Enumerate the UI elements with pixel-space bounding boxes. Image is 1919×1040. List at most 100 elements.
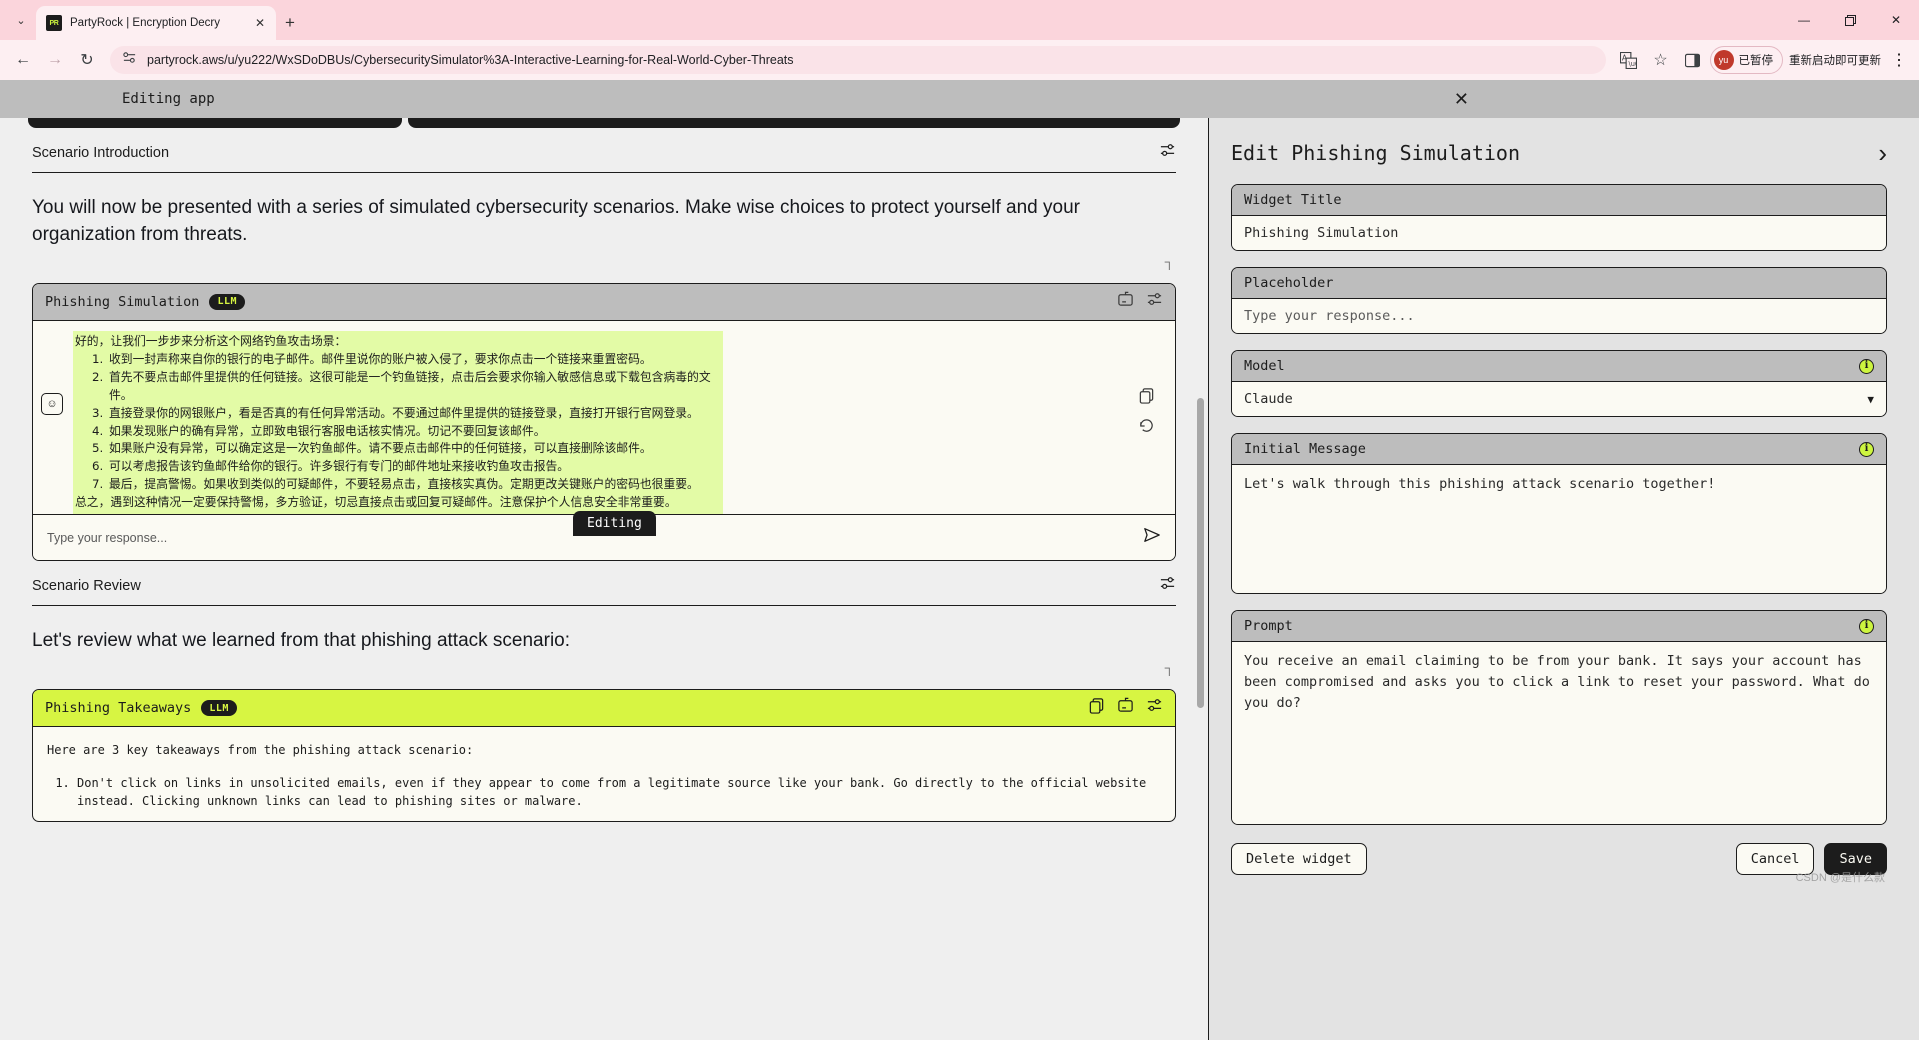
app-body: Scenario Introduction You will now be pr… bbox=[0, 118, 1919, 1040]
sliders-icon[interactable] bbox=[1146, 697, 1163, 719]
scenario-introduction-header: Scenario Introduction bbox=[32, 128, 1176, 173]
editing-app-banner: Editing app ✕ bbox=[0, 80, 1919, 118]
new-tab-icon[interactable]: + bbox=[276, 6, 304, 40]
bookmark-star-icon[interactable]: ☆ bbox=[1646, 45, 1676, 75]
back-icon[interactable]: ← bbox=[8, 45, 38, 75]
model-selected-value: Claude bbox=[1244, 391, 1293, 407]
phishing-simulation-widget[interactable]: Phishing Simulation LLM ☺ 好的，让我们一步步来分析这个… bbox=[32, 282, 1176, 562]
prompt-textarea[interactable]: You receive an email claiming to be from… bbox=[1232, 642, 1886, 824]
editing-app-close-icon[interactable]: ✕ bbox=[1454, 90, 1469, 108]
forward-icon[interactable]: → bbox=[40, 45, 70, 75]
reload-icon[interactable]: ↻ bbox=[72, 45, 102, 75]
widget-title-input[interactable]: Phishing Simulation bbox=[1232, 216, 1886, 250]
address-bar[interactable]: partyrock.aws/u/yu222/WxSDoDBUs/Cybersec… bbox=[110, 46, 1606, 74]
info-icon[interactable]: i bbox=[1859, 618, 1874, 634]
message-list-item: 收到一封声称来自你的银行的电子邮件。邮件里说你的账户被入侵了，要求你点击一个链接… bbox=[107, 351, 723, 369]
info-icon[interactable]: i bbox=[1859, 441, 1874, 457]
window-controls: — ✕ bbox=[1781, 0, 1919, 40]
snippet-icon[interactable] bbox=[1117, 697, 1134, 719]
initial-message-label: Initial Message i bbox=[1232, 434, 1886, 465]
send-icon[interactable] bbox=[1143, 526, 1161, 549]
browser-tab[interactable]: PR PartyRock | Encryption Decry ✕ bbox=[36, 6, 276, 40]
prompt-label: Prompt i bbox=[1232, 611, 1886, 642]
assistant-avatar-icon: ☺ bbox=[41, 392, 63, 415]
takeaways-body: Here are 3 key takeaways from the phishi… bbox=[33, 727, 1175, 821]
avatar: yu bbox=[1713, 50, 1734, 70]
message-list-item: 最后，提高警惕。如果收到类似的可疑邮件，不要轻易点击，直接核实真伪。定期更改关键… bbox=[107, 476, 723, 494]
tab-close-icon[interactable]: ✕ bbox=[252, 16, 268, 30]
widget-title-field: Widget Title Phishing Simulation bbox=[1231, 184, 1887, 251]
panel-actions: Delete widget Cancel Save CSDN @是什么款 bbox=[1231, 843, 1887, 884]
window-close-icon[interactable]: ✕ bbox=[1873, 4, 1919, 36]
scenario-introduction-body: You will now be presented with a series … bbox=[32, 197, 1080, 245]
copy-icon[interactable] bbox=[1088, 697, 1105, 719]
message-list-item: 首先不要点击邮件里提供的任何链接。这很可能是一个钓鱼链接，点击后会要求你输入敏感… bbox=[107, 369, 723, 405]
update-button[interactable]: 重新启动即可更新 bbox=[1785, 52, 1885, 68]
profile-button[interactable]: yu 已暂停 bbox=[1709, 46, 1783, 74]
window-maximize-icon[interactable] bbox=[1827, 4, 1873, 36]
panel-title: Edit Phishing Simulation bbox=[1231, 141, 1520, 165]
placeholder-input[interactable]: Type your response... bbox=[1232, 299, 1886, 333]
placeholder-field: Placeholder Type your response... bbox=[1231, 267, 1887, 334]
copy-icon[interactable] bbox=[1138, 387, 1155, 409]
sliders-icon[interactable] bbox=[1159, 575, 1176, 597]
initial-message-field: Initial Message i Let's walk through thi… bbox=[1231, 433, 1887, 594]
sliders-icon[interactable] bbox=[1146, 291, 1163, 313]
message-list-item: 直接登录你的网银账户，看是否真的有任何异常活动。不要通过邮件里提供的链接登录，直… bbox=[107, 405, 723, 423]
chevron-down-icon[interactable]: ▼ bbox=[1867, 393, 1874, 406]
message-intro: 好的，让我们一步步来分析这个网络钓鱼攻击场景： bbox=[75, 333, 347, 348]
message-list-item: 如果发现账户的确有异常，立即致电银行客服电话核实情况。切记不要回复该邮件。 bbox=[107, 423, 723, 441]
phishing-widget-title: Phishing Simulation bbox=[45, 293, 200, 310]
canvas-scrollbar[interactable] bbox=[1197, 398, 1204, 708]
llm-badge: LLM bbox=[209, 293, 245, 310]
resize-handle[interactable]: ┐ bbox=[32, 255, 1176, 273]
phishing-widget-header: Phishing Simulation LLM bbox=[33, 283, 1175, 321]
scenario-review-section: Scenario Review Let's review what we lea… bbox=[0, 561, 1208, 679]
window-minimize-icon[interactable]: — bbox=[1781, 4, 1827, 36]
scenario-introduction-section: Scenario Introduction You will now be pr… bbox=[0, 128, 1208, 273]
placeholder-label: Placeholder bbox=[1232, 268, 1886, 299]
site-settings-icon[interactable] bbox=[122, 50, 137, 70]
initial-message-textarea[interactable]: Let's walk through this phishing attack … bbox=[1232, 465, 1886, 593]
browser-menu-icon[interactable]: ⋮ bbox=[1887, 46, 1911, 74]
translate-icon[interactable]: A\u6587 bbox=[1614, 45, 1644, 75]
widget-top-edges bbox=[0, 118, 1208, 128]
partyrock-favicon-icon: PR bbox=[46, 15, 62, 31]
browser-toolbar: ← → ↻ partyrock.aws/u/yu222/WxSDoDBUs/Cy… bbox=[0, 40, 1919, 80]
takeaway-list-item: Don't click on links in unsolicited emai… bbox=[77, 774, 1161, 811]
model-select[interactable]: Claude ▼ bbox=[1232, 382, 1886, 416]
assistant-message-row: ☺ 好的，让我们一步步来分析这个网络钓鱼攻击场景： 收到一封声称来自你的银行的电… bbox=[33, 330, 1175, 515]
editing-tooltip: Editing bbox=[573, 511, 656, 537]
snippet-icon[interactable] bbox=[1117, 291, 1134, 313]
message-tools bbox=[1126, 387, 1167, 439]
takeaways-widget-title: Phishing Takeaways bbox=[45, 700, 192, 717]
message-list-item: 如果账户没有异常，可以确定这是一次钓鱼邮件。请不要点击邮件中的任何链接，可以直接… bbox=[107, 440, 723, 458]
phishing-takeaways-widget[interactable]: Phishing Takeaways LLM Here are 3 key ta… bbox=[32, 689, 1176, 822]
panel-header: Edit Phishing Simulation › bbox=[1231, 140, 1887, 166]
resize-handle[interactable]: ┐ bbox=[32, 661, 1176, 679]
app-canvas: Scenario Introduction You will now be pr… bbox=[0, 118, 1208, 1040]
model-label: Model i bbox=[1232, 351, 1886, 382]
scenario-review-body: Let's review what we learned from that p… bbox=[32, 630, 571, 652]
label-text: Prompt bbox=[1244, 618, 1293, 634]
editing-app-title: Editing app bbox=[122, 91, 215, 107]
tab-search-chevron-icon[interactable]: ⌄ bbox=[6, 0, 36, 40]
phishing-widget-actions bbox=[1117, 291, 1163, 313]
sliders-icon[interactable] bbox=[1159, 142, 1176, 164]
svg-text:\u6587: \u6587 bbox=[1629, 60, 1638, 68]
label-text: Model bbox=[1244, 358, 1285, 374]
regenerate-icon[interactable] bbox=[1138, 417, 1155, 439]
info-icon[interactable]: i bbox=[1859, 358, 1874, 374]
side-panel-icon[interactable] bbox=[1678, 45, 1708, 75]
assistant-message-content: 好的，让我们一步步来分析这个网络钓鱼攻击场景： 收到一封声称来自你的银行的电子邮… bbox=[63, 330, 1126, 515]
assistant-message-text: 好的，让我们一步步来分析这个网络钓鱼攻击场景： 收到一封声称来自你的银行的电子邮… bbox=[73, 330, 723, 515]
phishing-chat-input-row[interactable]: Type your response... Editing bbox=[33, 511, 1175, 561]
prompt-field: Prompt i You receive an email claiming t… bbox=[1231, 610, 1887, 825]
message-list: 收到一封声称来自你的银行的电子邮件。邮件里说你的账户被入侵了，要求你点击一个链接… bbox=[73, 351, 723, 494]
delete-widget-button[interactable]: Delete widget bbox=[1231, 843, 1367, 875]
panel-collapse-icon[interactable]: › bbox=[1878, 140, 1887, 166]
tab-strip: ⌄ PR PartyRock | Encryption Decry ✕ + — … bbox=[0, 0, 1919, 40]
takeaways-widget-actions bbox=[1088, 697, 1163, 719]
scenario-review-header: Scenario Review bbox=[32, 561, 1176, 607]
takeaways-intro: Here are 3 key takeaways from the phishi… bbox=[47, 743, 474, 758]
